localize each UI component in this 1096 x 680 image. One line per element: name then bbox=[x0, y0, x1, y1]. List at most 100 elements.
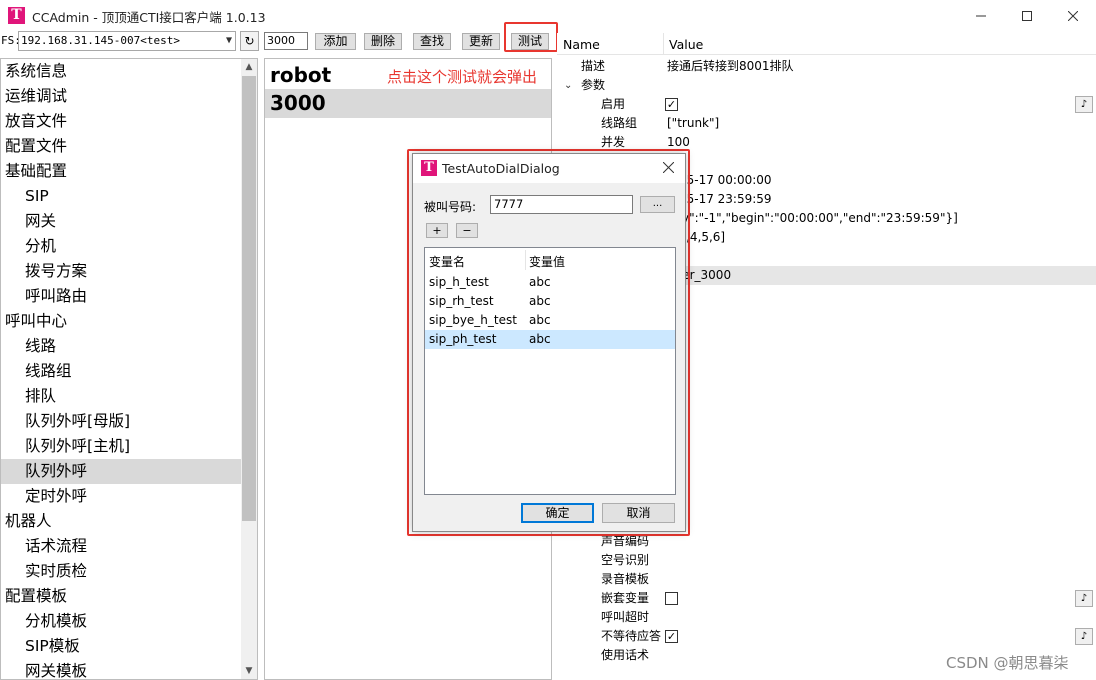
watermark: CSDN @朝思暮柒 bbox=[946, 654, 1069, 672]
property-row-params[interactable]: ⌄ 参数 bbox=[557, 76, 1096, 95]
fs-server-value: 192.168.31.145-007<test> bbox=[21, 34, 180, 47]
find-button[interactable]: 查找 bbox=[413, 33, 451, 50]
maximize-button[interactable] bbox=[1004, 0, 1050, 31]
nav-item-queue-outbound-host[interactable]: 队列外呼[主机] bbox=[1, 434, 241, 459]
property-row-trunk-group[interactable]: 线路组 ["trunk"] bbox=[557, 114, 1096, 133]
nav-item-call-center[interactable]: 呼叫中心 bbox=[1, 309, 241, 334]
table-row[interactable]: sip_rh_test abc bbox=[425, 292, 675, 311]
property-name: 使用话术 bbox=[601, 648, 650, 662]
close-button[interactable] bbox=[1050, 0, 1096, 31]
nav-item-ops-debug[interactable]: 运维调试 bbox=[1, 84, 241, 109]
column-header-name: Name bbox=[563, 37, 600, 52]
table-row[interactable]: sip_ph_test abc bbox=[425, 330, 675, 349]
add-variable-button[interactable]: + bbox=[426, 223, 448, 238]
variable-name: sip_ph_test bbox=[429, 332, 497, 346]
property-row-empty-number-detect[interactable]: 空号识别 bbox=[557, 551, 1096, 570]
close-icon bbox=[1068, 10, 1078, 21]
cancel-button[interactable]: 取消 bbox=[602, 503, 675, 523]
nav-item-scheduled-outbound[interactable]: 定时外呼 bbox=[1, 484, 241, 509]
note-icon-button[interactable]: ♪ bbox=[1075, 590, 1093, 607]
delete-button[interactable]: 删除 bbox=[364, 33, 402, 50]
nav-item-gateway[interactable]: 网关 bbox=[1, 209, 241, 234]
variable-name: sip_rh_test bbox=[429, 294, 494, 308]
nav-item-gateway-template[interactable]: 网关模板 bbox=[1, 659, 241, 679]
nav-item-system-info[interactable]: 系统信息 bbox=[1, 59, 241, 84]
update-button[interactable]: 更新 bbox=[462, 33, 500, 50]
nav-item-sip[interactable]: SIP bbox=[1, 184, 241, 209]
dialog-close-button[interactable] bbox=[662, 158, 675, 177]
scrollbar-thumb[interactable] bbox=[242, 76, 256, 521]
nested-vars-checkbox[interactable] bbox=[665, 592, 678, 605]
column-divider bbox=[663, 33, 664, 55]
property-value: 接通后转接到8001排队 bbox=[667, 59, 794, 73]
nav-item-extension[interactable]: 分机 bbox=[1, 234, 241, 259]
minimize-button[interactable] bbox=[958, 0, 1004, 31]
variable-value: abc bbox=[529, 275, 551, 289]
dialog-title: TestAutoDialDialog bbox=[442, 161, 560, 176]
nav-item-extension-template[interactable]: 分机模板 bbox=[1, 609, 241, 634]
dialog-titlebar: T TestAutoDialDialog bbox=[413, 154, 685, 183]
variable-table: 变量名 变量值 sip_h_test abc sip_rh_test abc s… bbox=[424, 247, 676, 495]
nav-item-robot[interactable]: 机器人 bbox=[1, 509, 241, 534]
column-header-var-value: 变量值 bbox=[529, 255, 566, 269]
variable-name: sip_h_test bbox=[429, 275, 489, 289]
refresh-button[interactable]: ↻ bbox=[240, 31, 259, 51]
table-row[interactable]: sip_h_test abc bbox=[425, 273, 675, 292]
property-row-enable[interactable]: 启用 ✓ ♪ bbox=[557, 95, 1096, 114]
sidebar-nav: 系统信息 运维调试 放音文件 配置文件 基础配置 SIP 网关 分机 拨号方案 … bbox=[0, 58, 258, 680]
chevron-down-icon[interactable]: ⌄ bbox=[564, 76, 572, 95]
remove-variable-button[interactable]: − bbox=[456, 223, 478, 238]
property-row-call-timeout[interactable]: 呼叫超时 bbox=[557, 608, 1096, 627]
app-logo-icon: T bbox=[421, 160, 437, 176]
add-button[interactable]: 添加 bbox=[315, 33, 356, 50]
property-row-no-wait-answer[interactable]: 不等待应答 ✓ ♪ bbox=[557, 627, 1096, 646]
nav-item-sip-template[interactable]: SIP模板 bbox=[1, 634, 241, 659]
no-wait-answer-checkbox[interactable]: ✓ bbox=[665, 630, 678, 643]
scroll-up-icon[interactable]: ▲ bbox=[241, 59, 257, 75]
nav-item-queue-outbound-master[interactable]: 队列外呼[母版] bbox=[1, 409, 241, 434]
column-header-value: Value bbox=[669, 37, 704, 52]
property-grid-header: Name Value bbox=[557, 33, 1096, 55]
fs-server-select[interactable]: 192.168.31.145-007<test> ▼ bbox=[18, 31, 236, 51]
nav-item-trunk-group[interactable]: 线路组 bbox=[1, 359, 241, 384]
property-name: 线路组 bbox=[601, 116, 638, 130]
nav-item-config-files[interactable]: 配置文件 bbox=[1, 134, 241, 159]
window-title: CCAdmin - 顶顶通CTI接口客户端 1.0.13 bbox=[32, 10, 266, 25]
property-name: 不等待应答 bbox=[601, 629, 662, 643]
column-header-var-name: 变量名 bbox=[429, 255, 466, 269]
table-row[interactable]: sip_bye_h_test abc bbox=[425, 311, 675, 330]
property-value: ["trunk"] bbox=[667, 116, 720, 130]
number-input[interactable]: 3000 bbox=[264, 32, 308, 50]
close-icon bbox=[662, 161, 675, 174]
chevron-down-icon: ▼ bbox=[225, 35, 232, 46]
nav-item-audio-files[interactable]: 放音文件 bbox=[1, 109, 241, 134]
nav-item-trunk[interactable]: 线路 bbox=[1, 334, 241, 359]
nav-item-queue-outbound[interactable]: 队列外呼 bbox=[1, 459, 241, 484]
property-name: 嵌套变量 bbox=[601, 591, 650, 605]
called-number-input[interactable]: 7777 bbox=[490, 195, 633, 214]
property-name: 参数 bbox=[581, 78, 606, 92]
enable-checkbox[interactable]: ✓ bbox=[665, 98, 678, 111]
list-item-3000[interactable]: 3000 bbox=[265, 89, 551, 118]
browse-button[interactable]: ... bbox=[640, 196, 675, 213]
nav-item-dialplan[interactable]: 拨号方案 bbox=[1, 259, 241, 284]
nav-item-realtime-qc[interactable]: 实时质检 bbox=[1, 559, 241, 584]
variable-value: abc bbox=[529, 294, 551, 308]
scroll-down-icon[interactable]: ▼ bbox=[241, 663, 257, 679]
note-icon-button[interactable]: ♪ bbox=[1075, 96, 1093, 113]
property-name: 启用 bbox=[601, 97, 626, 111]
nav-item-queue[interactable]: 排队 bbox=[1, 384, 241, 409]
ok-button[interactable]: 确定 bbox=[521, 503, 594, 523]
property-row-nested-vars[interactable]: 嵌套变量 ♪ bbox=[557, 589, 1096, 608]
nav-item-basic-config[interactable]: 基础配置 bbox=[1, 159, 241, 184]
note-icon-button[interactable]: ♪ bbox=[1075, 628, 1093, 645]
property-row-description[interactable]: 描述 接通后转接到8001排队 bbox=[557, 57, 1096, 76]
nav-item-call-route[interactable]: 呼叫路由 bbox=[1, 284, 241, 309]
maximize-icon bbox=[1022, 10, 1032, 21]
annotation-text: 点击这个测试就会弹出 bbox=[387, 68, 538, 86]
property-row-record-template[interactable]: 录音模板 bbox=[557, 570, 1096, 589]
sidebar-scrollbar[interactable]: ▲ ▼ bbox=[241, 59, 257, 679]
app-logo-icon: T bbox=[8, 7, 25, 24]
nav-item-config-templates[interactable]: 配置模板 bbox=[1, 584, 241, 609]
nav-item-script-flow[interactable]: 话术流程 bbox=[1, 534, 241, 559]
